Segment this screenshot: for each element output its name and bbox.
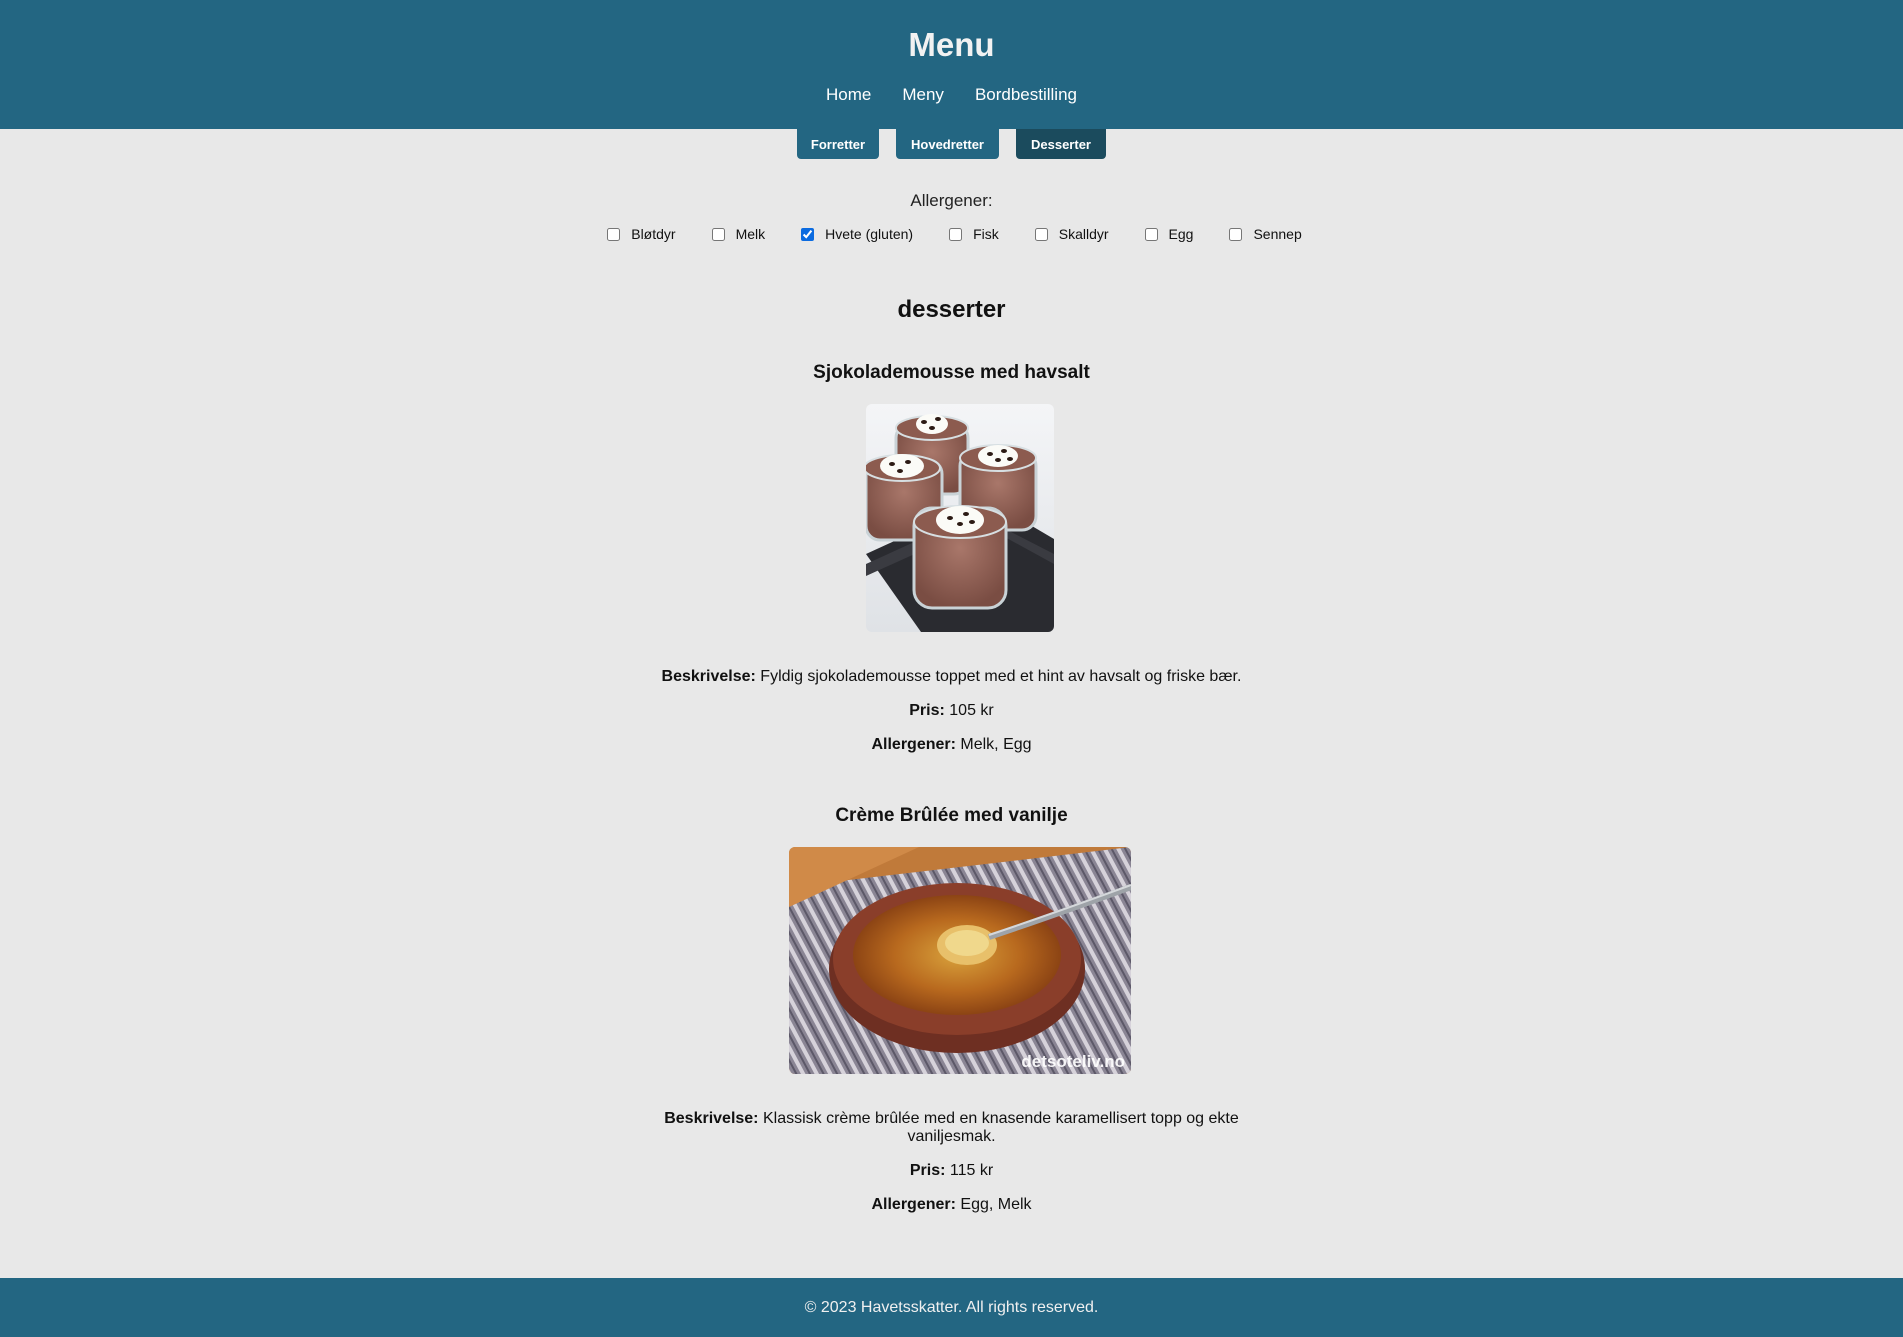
filter-checkbox-egg[interactable] — [1144, 227, 1158, 241]
filter-label: Hvete (gluten) — [825, 226, 914, 242]
filter-checkbox-melk[interactable] — [711, 227, 725, 241]
dish-description: Beskrivelse: Fyldig sjokolademousse topp… — [0, 668, 1903, 686]
filter-label: Fisk — [973, 226, 999, 242]
allergen-filter-heading: Allergener: — [910, 191, 993, 210]
category-tabs: Forretter Hovedretter Desserter — [0, 129, 1903, 159]
filter-checkbox-sennep[interactable] — [1229, 227, 1243, 241]
tab-hovedretter[interactable]: Hovedretter — [896, 129, 999, 159]
dish-price: Pris: 115 kr — [0, 1162, 1903, 1180]
dish-description: Beskrivelse: Klassisk crème brûlée med e… — [0, 1110, 1903, 1146]
description-text: Fyldig sjokolademousse toppet med et hin… — [760, 668, 1242, 685]
site-header: Menu Home Meny Bordbestilling — [0, 0, 1903, 129]
dish-allergens: Allergener: Melk, Egg — [0, 736, 1903, 754]
photo-watermark: detsoteliv.no — [1021, 1052, 1125, 1071]
tab-desserter[interactable]: Desserter — [1016, 129, 1106, 159]
allergen-filters: Bløtdyr Melk Hvete (gluten) Fisk Skalldy… — [0, 226, 1903, 242]
filter-label: Sennep — [1253, 226, 1302, 242]
filter-checkbox-blotdyr[interactable] — [607, 227, 621, 241]
filter-egg[interactable]: Egg — [1144, 226, 1194, 242]
price-value: 105 kr — [949, 702, 994, 719]
filter-label: Skalldyr — [1058, 226, 1109, 242]
description-label: Beskrivelse: — [664, 1110, 759, 1127]
nav-link-meny[interactable]: Meny — [902, 85, 944, 105]
filter-label: Bløtdyr — [631, 226, 676, 242]
filter-checkbox-skalldyr[interactable] — [1034, 227, 1048, 241]
dish-allergens: Allergener: Egg, Melk — [0, 1196, 1903, 1214]
filter-label: Egg — [1168, 226, 1194, 242]
tab-forretter[interactable]: Forretter — [797, 129, 879, 159]
filter-fisk[interactable]: Fisk — [949, 226, 999, 242]
price-label: Pris: — [909, 1162, 946, 1179]
dish-image-chocolate-mousse — [866, 404, 1054, 632]
description-text: Klassisk crème brûlée med en knasende ka… — [762, 1110, 1239, 1145]
filter-skalldyr[interactable]: Skalldyr — [1034, 226, 1109, 242]
dish-price: Pris: 105 kr — [0, 702, 1903, 720]
allergens-label: Allergener: — [871, 736, 956, 753]
dish-image-creme-brulee: detsoteliv.no — [789, 847, 1131, 1074]
nav-link-home[interactable]: Home — [826, 85, 871, 105]
dish-title: Crème Brûlée med vanilje — [835, 805, 1068, 826]
main-nav: Home Meny Bordbestilling — [0, 85, 1903, 105]
allergens-label: Allergener: — [871, 1196, 956, 1213]
filter-checkbox-hvete[interactable] — [801, 227, 815, 241]
filter-melk[interactable]: Melk — [711, 226, 766, 242]
price-value: 115 kr — [949, 1162, 994, 1179]
nav-link-bordbestilling[interactable]: Bordbestilling — [975, 85, 1077, 105]
allergens-value: Egg, Melk — [960, 1196, 1032, 1213]
filter-hvete[interactable]: Hvete (gluten) — [801, 226, 913, 242]
allergens-value: Melk, Egg — [960, 736, 1032, 753]
dish-title: Sjokolademousse med havsalt — [813, 362, 1090, 383]
footer-copyright: © 2023 Havetsskatter. All rights reserve… — [804, 1299, 1099, 1316]
filter-checkbox-fisk[interactable] — [949, 227, 963, 241]
filter-blotdyr[interactable]: Bløtdyr — [607, 226, 676, 242]
creme-brulee-photo: detsoteliv.no — [789, 847, 1131, 1074]
chocolate-mousse-photo — [866, 404, 1054, 632]
filter-sennep[interactable]: Sennep — [1229, 226, 1302, 242]
section-title: desserter — [897, 296, 1006, 323]
filter-label: Melk — [735, 226, 766, 242]
page-title: Menu — [908, 26, 995, 63]
site-footer: © 2023 Havetsskatter. All rights reserve… — [0, 1278, 1903, 1337]
price-label: Pris: — [909, 702, 945, 719]
description-label: Beskrivelse: — [661, 668, 756, 685]
